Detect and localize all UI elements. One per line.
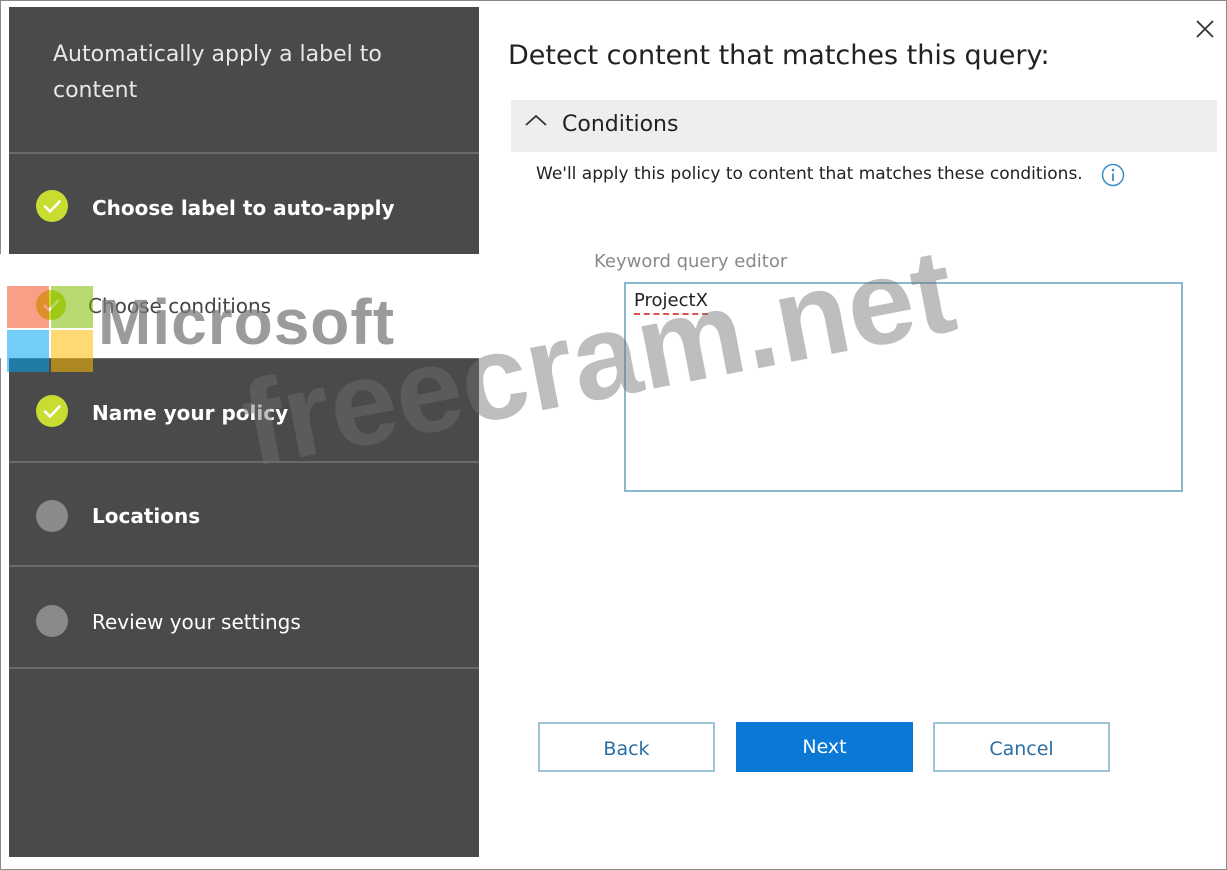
step-label: Locations bbox=[92, 504, 201, 528]
step-label: Choose label to auto-apply bbox=[92, 196, 395, 220]
page-title: Detect content that matches this query: bbox=[508, 40, 1050, 71]
back-button[interactable]: Back bbox=[538, 722, 715, 772]
check-circle-icon bbox=[36, 190, 68, 222]
check-circle-icon bbox=[36, 395, 68, 427]
pending-dot-icon bbox=[36, 500, 68, 532]
conditions-description: We'll apply this policy to content that … bbox=[536, 164, 1083, 184]
microsoft-logo-watermark bbox=[7, 286, 93, 372]
chevron-up-icon[interactable] bbox=[524, 112, 548, 132]
conditions-label: Conditions bbox=[562, 112, 679, 137]
step-choose-label[interactable]: Choose label to auto-apply bbox=[9, 152, 479, 254]
step-label: Review your settings bbox=[92, 610, 301, 634]
conditions-section-header[interactable]: Conditions bbox=[511, 100, 1217, 152]
step-review-settings[interactable]: Review your settings bbox=[9, 567, 479, 669]
sidebar-divider bbox=[9, 667, 479, 669]
pending-dot-icon bbox=[36, 605, 68, 637]
cancel-button[interactable]: Cancel bbox=[933, 722, 1110, 772]
info-icon[interactable] bbox=[1101, 163, 1125, 187]
next-button[interactable]: Next bbox=[736, 722, 913, 772]
step-locations[interactable]: Locations bbox=[9, 463, 479, 565]
close-icon[interactable] bbox=[1190, 14, 1220, 44]
wizard-title: Automatically apply a label to content bbox=[53, 42, 382, 103]
